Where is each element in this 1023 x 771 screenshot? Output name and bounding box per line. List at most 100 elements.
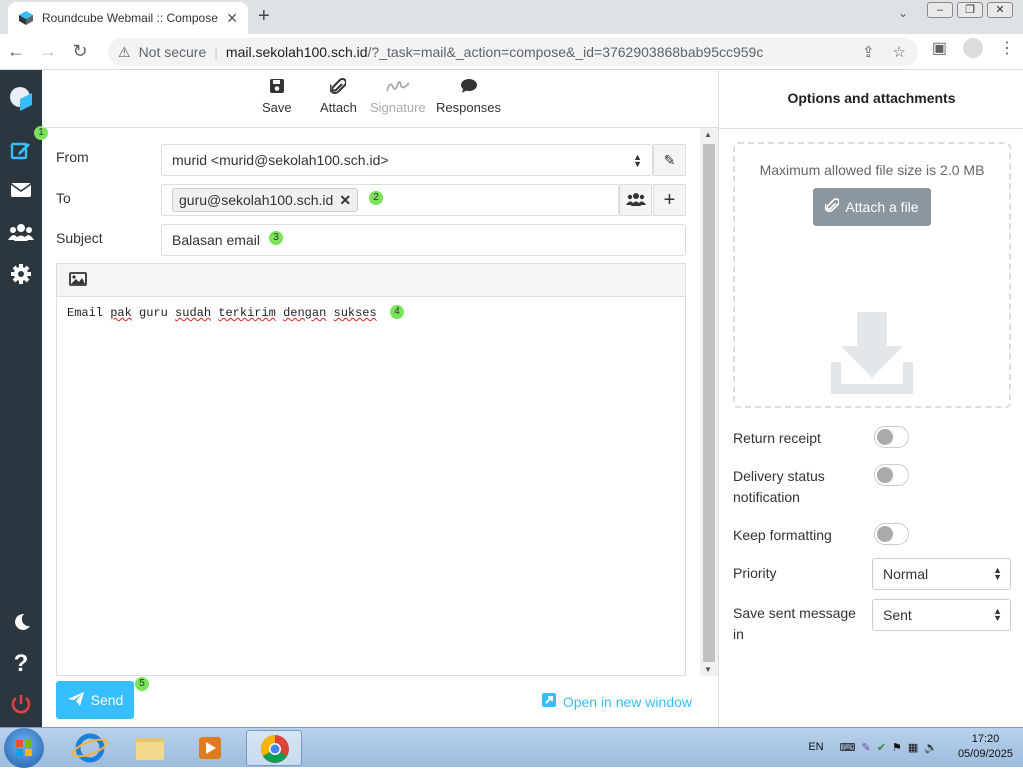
attachment-dropzone[interactable]: Maximum allowed file size is 2.0 MB Atta…	[733, 142, 1011, 408]
send-label: Send	[90, 692, 124, 708]
attach-button[interactable]: Attach	[320, 77, 357, 115]
scrollbar-thumb[interactable]	[703, 144, 715, 662]
url-path: /?_task=mail&_action=compose&_id=3762903…	[367, 44, 764, 60]
settings-gear-icon[interactable]	[0, 254, 42, 294]
paperclip-icon	[320, 77, 357, 100]
volume-icon[interactable]: 🔈	[924, 741, 938, 754]
keyboard-icon[interactable]: ⌨	[840, 741, 856, 754]
browser-menu-icon[interactable]: ⋮	[999, 38, 1015, 58]
priority-label: Priority	[733, 565, 777, 581]
keep-formatting-toggle[interactable]	[874, 523, 909, 545]
roundcube-favicon-icon	[18, 10, 34, 26]
tab-title: Roundcube Webmail :: Compose	[42, 11, 218, 25]
editor-toolbar	[56, 263, 686, 297]
insert-image-icon[interactable]	[69, 271, 87, 289]
responses-button[interactable]: Responses	[436, 78, 501, 115]
edit-identity-button[interactable]: ✎	[653, 144, 686, 176]
roundcube-logo-icon[interactable]	[0, 78, 42, 118]
download-tray-icon	[829, 310, 915, 399]
contacts-icon[interactable]	[0, 212, 42, 252]
body-word: pak	[110, 306, 132, 320]
side-panel-icon[interactable]: ▣	[932, 38, 947, 58]
save-sent-value: Sent	[883, 607, 912, 623]
chrome-taskbar-icon[interactable]	[246, 730, 302, 766]
compose-footer: Send 5 Open in new window	[42, 676, 718, 727]
file-explorer-icon[interactable]	[122, 730, 178, 766]
bookmark-star-icon[interactable]: ☆	[893, 43, 906, 61]
form-scrollbar[interactable]: ▲ ▼	[700, 128, 718, 676]
maximize-icon[interactable]: ❐	[957, 2, 983, 18]
mail-icon[interactable]	[0, 170, 42, 210]
delivery-status-label: Delivery status notification	[733, 468, 825, 505]
clock[interactable]: 17:20 05/09/2025	[958, 732, 1013, 762]
compose-toolbar: Save Attach Signature Responses	[42, 70, 718, 128]
network-icon[interactable]: ▦	[908, 741, 918, 754]
forward-icon[interactable]: →	[32, 41, 64, 62]
not-secure-label: Not secure	[138, 44, 207, 60]
signature-label: Signature	[370, 100, 426, 115]
open-in-new-window-link[interactable]: Open in new window	[541, 692, 692, 711]
url-separator: |	[214, 44, 218, 60]
internet-explorer-icon[interactable]	[62, 730, 118, 766]
subject-input[interactable]: Balasan email	[161, 224, 686, 256]
logout-power-icon[interactable]	[0, 684, 42, 724]
delivery-status-toggle[interactable]	[874, 464, 909, 486]
windows-taskbar: EN ⌨ ✎ ✔ ⚑ ▦ 🔈 17:20 05/09/2025	[0, 727, 1023, 768]
body-word: Email	[67, 306, 104, 320]
responses-label: Responses	[436, 100, 502, 115]
message-body-editor[interactable]: Email pak guru sudah terkirim dengan suk…	[56, 296, 686, 676]
recipient-chip[interactable]: guru@sekolah100.sch.id ✕	[172, 188, 359, 212]
save-sent-select[interactable]: Sent ▲ ▼	[872, 599, 1011, 631]
keep-formatting-label: Keep formatting	[733, 527, 832, 543]
signature-button[interactable]: Signature	[370, 78, 426, 115]
new-tab-icon[interactable]: +	[258, 5, 270, 28]
window-controls: – ❐ ✕	[927, 2, 1013, 18]
external-link-icon	[541, 692, 557, 711]
open-in-new-window-label: Open in new window	[562, 693, 692, 710]
action-center-flag-icon[interactable]: ⚑	[892, 741, 902, 754]
minimize-icon[interactable]: –	[927, 2, 953, 18]
url-host: mail.sekolah100.sch.id	[225, 44, 368, 60]
reload-icon[interactable]: ↻	[64, 41, 96, 62]
select-arrows-icon: ▲ ▼	[633, 152, 642, 169]
dark-mode-moon-icon[interactable]	[0, 602, 42, 642]
url-bar[interactable]: ⚠ Not secure | mail.sekolah100.sch.id/?_…	[108, 38, 918, 66]
save-button[interactable]: Save	[262, 78, 292, 115]
scroll-up-icon[interactable]: ▲	[704, 130, 712, 139]
shield-check-icon[interactable]: ✔	[877, 741, 886, 754]
send-button[interactable]: Send	[56, 681, 134, 719]
pen-icon[interactable]: ✎	[862, 741, 871, 754]
browser-tab[interactable]: Roundcube Webmail :: Compose ✕	[8, 2, 248, 34]
window-close-icon[interactable]: ✕	[987, 2, 1013, 18]
tab-search-chevron-icon[interactable]: ⌄	[898, 6, 908, 20]
start-button-icon[interactable]	[4, 728, 44, 768]
media-player-icon[interactable]	[182, 730, 238, 766]
tab-close-icon[interactable]: ✕	[226, 10, 238, 27]
scroll-down-icon[interactable]: ▼	[704, 665, 712, 674]
attach-file-button[interactable]: Attach a file	[813, 188, 931, 226]
language-indicator[interactable]: EN	[808, 741, 823, 753]
address-book-button[interactable]	[619, 184, 652, 216]
divider	[719, 128, 1023, 129]
body-word: guru	[139, 306, 168, 320]
return-receipt-toggle[interactable]	[874, 426, 909, 448]
profile-avatar-icon[interactable]	[963, 38, 983, 58]
help-icon[interactable]: ?	[0, 644, 42, 684]
attach-label: Attach	[320, 100, 357, 115]
annotation-badge-3: 3	[269, 231, 283, 245]
compose-form: From murid <murid@sekolah100.sch.id> ▲ ▼ …	[42, 128, 700, 676]
from-select[interactable]: murid <murid@sekolah100.sch.id> ▲ ▼	[161, 144, 653, 176]
body-word: dengan	[283, 306, 327, 320]
add-header-button[interactable]: +	[653, 184, 686, 216]
sidebar: ? 1	[0, 70, 48, 727]
to-field[interactable]: guru@sekolah100.sch.id ✕	[161, 184, 619, 216]
share-icon[interactable]: ⇪	[862, 43, 875, 61]
warning-icon[interactable]: ⚠	[118, 44, 131, 61]
from-value: murid <murid@sekolah100.sch.id>	[172, 152, 389, 168]
recipient-address: guru@sekolah100.sch.id	[179, 192, 334, 208]
remove-recipient-icon[interactable]: ✕	[339, 192, 351, 209]
priority-select[interactable]: Normal ▲ ▼	[872, 558, 1011, 590]
to-label: To	[56, 190, 71, 206]
save-sent-label: Save sent message in	[733, 605, 856, 642]
back-icon[interactable]: ←	[0, 41, 32, 62]
